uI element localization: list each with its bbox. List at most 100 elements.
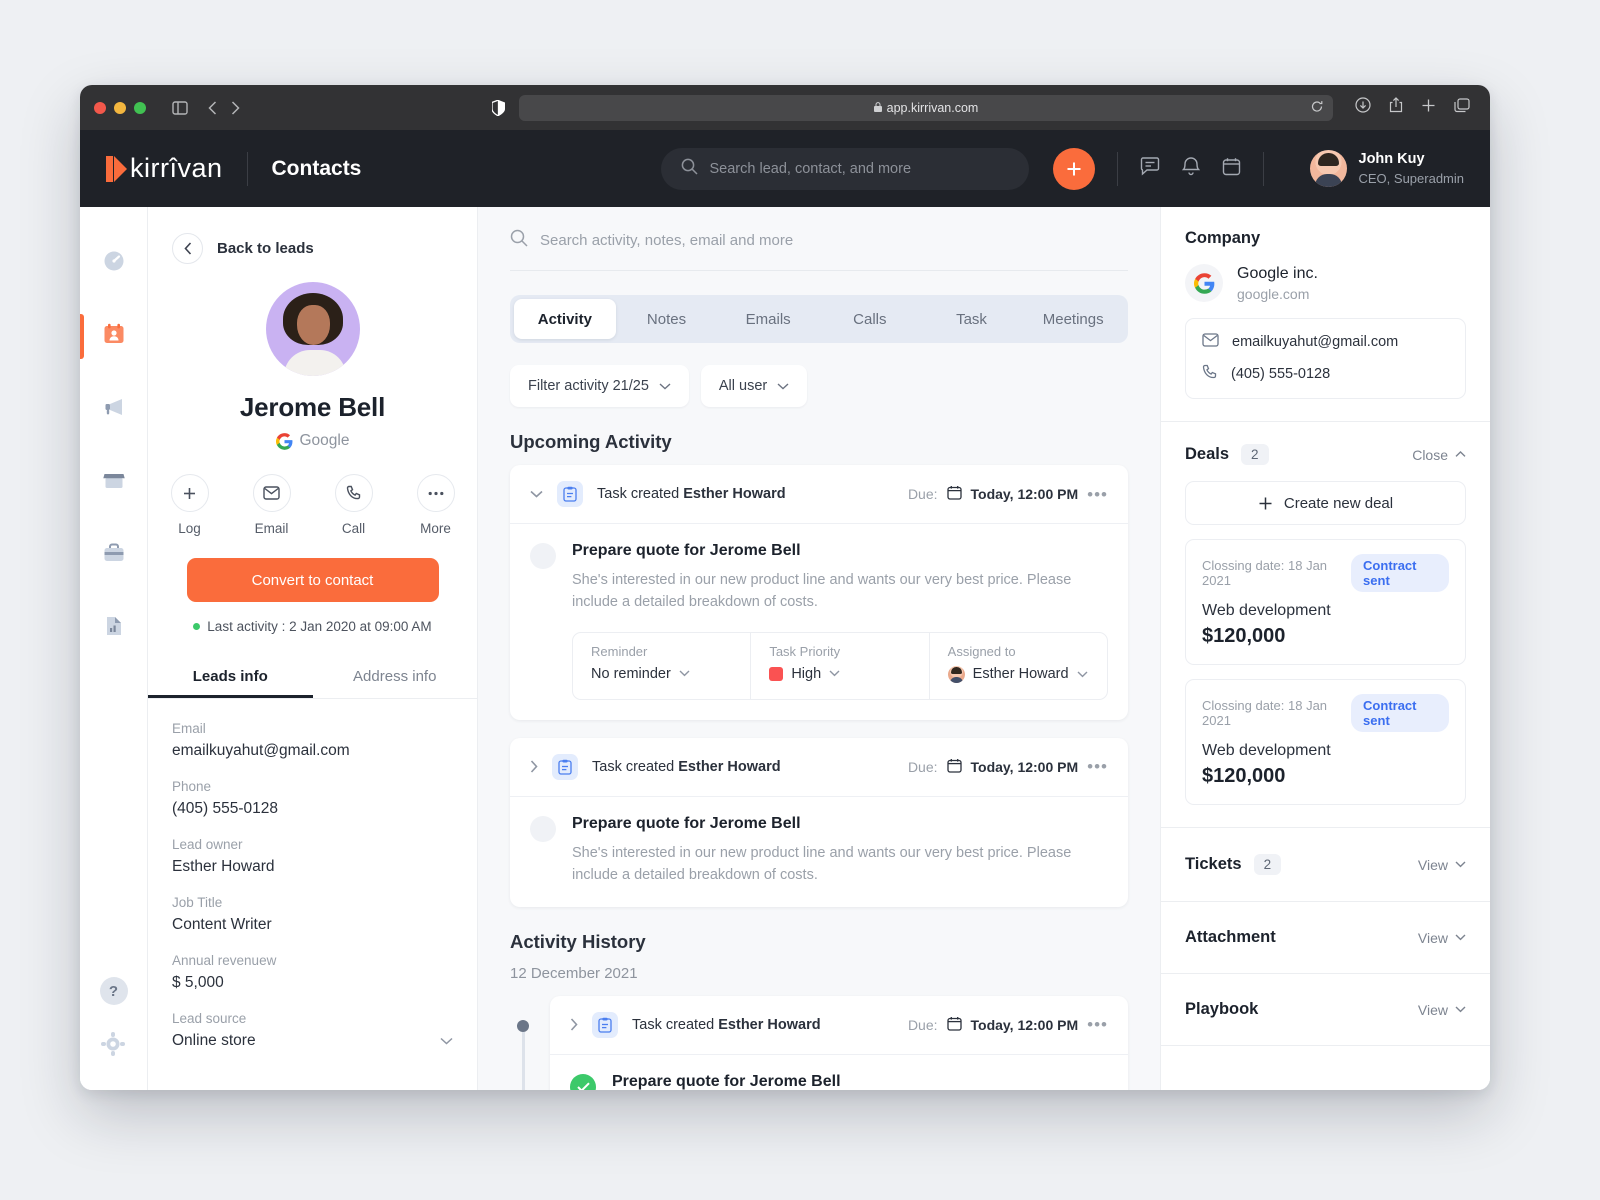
task-checkbox[interactable] [530,816,556,842]
tabs-overview-icon[interactable] [1454,98,1470,118]
field-value-annual-revenue: $ 5,000 [172,974,453,992]
call-action[interactable]: Call [324,474,384,536]
chevron-right-icon[interactable] [570,1018,578,1031]
tab-activity[interactable]: Activity [514,299,616,339]
activity-search-input[interactable] [540,232,1128,249]
envelope-icon [253,474,291,512]
chevron-right-icon[interactable] [530,760,538,773]
activity-search[interactable] [510,229,1128,271]
sidebar-item-deals[interactable] [80,519,148,592]
filter-activity-dropdown[interactable]: Filter activity 21/25 [510,365,689,407]
browser-chrome: app.kirrivan.com [80,85,1490,130]
share-icon[interactable] [1389,97,1403,118]
task-checkbox-completed[interactable] [570,1074,596,1090]
deal-card[interactable]: Clossing date: 18 Jan 2021 Contract sent… [1185,679,1466,805]
chevron-down-icon [440,1032,453,1050]
field-lead-source-select[interactable]: Online store [172,1032,453,1050]
reminder-select[interactable]: No reminder [591,666,732,682]
tab-emails[interactable]: Emails [717,299,819,339]
global-search-input[interactable] [710,161,1009,177]
history-date: 12 December 2021 [510,965,1128,982]
deal-closing-date: Clossing date: 18 Jan 2021 [1202,698,1341,728]
help-icon[interactable]: ? [100,977,128,1005]
create-new-deal-button[interactable]: Create new deal [1185,481,1466,525]
activity-header-user: Esther Howard [683,486,785,502]
close-window-button[interactable] [94,102,106,114]
deal-name: Web development [1202,602,1449,620]
chevron-down-icon[interactable] [530,490,543,498]
field-label-lead-owner: Lead owner [172,837,453,852]
url-bar[interactable]: app.kirrivan.com [519,95,1333,121]
activity-tabs: Activity Notes Emails Calls Task Meeting… [510,295,1128,343]
app-logo[interactable]: kirrîvan [106,153,223,184]
lead-fields: Email emailkuyahut@gmail.com Phone (405)… [148,699,477,1050]
task-icon [557,481,583,507]
tab-address-info[interactable]: Address info [313,656,478,698]
due-label: Due: [908,1017,938,1033]
assigned-select[interactable]: Esther Howard [948,666,1089,683]
back-arrow-icon[interactable] [172,233,203,264]
global-search[interactable] [661,148,1029,190]
activity-filters: Filter activity 21/25 All user [510,365,1128,407]
convert-to-contact-button[interactable]: Convert to contact [187,558,439,602]
activity-header-text: Task created Esther Howard [632,1017,821,1033]
tab-meetings[interactable]: Meetings [1022,299,1124,339]
download-icon[interactable] [1355,97,1371,118]
quick-add-button[interactable] [1053,148,1095,190]
activity-card-expanded: Task created Esther Howard Due: Today, 1… [510,465,1128,720]
reload-icon[interactable] [1311,100,1323,115]
priority-label: Task Priority [769,644,910,659]
playbook-view-toggle[interactable]: View [1418,1002,1466,1018]
maximize-window-button[interactable] [134,102,146,114]
forward-arrow-icon[interactable] [231,101,240,115]
company-email-row[interactable]: emailkuyahut@gmail.com [1202,333,1449,351]
browser-window: app.kirrivan.com kirrîvan [80,85,1490,1090]
deals-close-toggle[interactable]: Close [1412,447,1466,463]
back-arrow-icon[interactable] [208,101,217,115]
sidebar-item-store[interactable] [80,446,148,519]
tab-task[interactable]: Task [921,299,1023,339]
more-action[interactable]: More [406,474,466,536]
minimize-window-button[interactable] [114,102,126,114]
tab-leads-info[interactable]: Leads info [148,656,313,698]
priority-value: High [791,666,821,682]
tickets-view-toggle[interactable]: View [1418,857,1466,873]
tab-notes[interactable]: Notes [616,299,718,339]
sidebar-item-dashboard[interactable] [80,227,148,300]
new-tab-icon[interactable] [1421,98,1436,118]
company-row[interactable]: Google inc. google.com [1185,264,1466,302]
sidebar-toggle-icon[interactable] [172,101,188,115]
priority-color-swatch [769,667,783,681]
calendar-icon[interactable] [1222,157,1241,181]
attachment-view-toggle[interactable]: View [1418,930,1466,946]
lead-company-name: Google [300,432,350,450]
chat-icon[interactable] [1140,157,1160,181]
more-options-icon[interactable]: ••• [1087,1016,1108,1033]
tab-calls[interactable]: Calls [819,299,921,339]
deal-card[interactable]: Clossing date: 18 Jan 2021 Contract sent… [1185,539,1466,665]
back-to-leads[interactable]: Back to leads [148,207,477,264]
user-menu[interactable]: John Kuy CEO, Superadmin [1310,150,1465,187]
speedometer-icon [102,249,126,278]
field-label-lead-source: Lead source [172,1011,453,1026]
sidebar-item-reports[interactable] [80,592,148,665]
more-options-icon[interactable]: ••• [1087,758,1108,775]
gear-icon[interactable] [100,1031,128,1062]
timeline-line [522,1032,525,1090]
bell-icon[interactable] [1182,156,1200,181]
all-user-dropdown[interactable]: All user [701,365,807,407]
email-action[interactable]: Email [242,474,302,536]
priority-select[interactable]: High [769,666,910,682]
company-email: emailkuyahut@gmail.com [1232,334,1398,350]
task-checkbox[interactable] [530,543,556,569]
company-phone-row[interactable]: (405) 555-0128 [1202,364,1449,384]
tickets-count-badge: 2 [1254,854,1282,875]
sidebar-item-contacts[interactable] [80,300,148,373]
window-controls[interactable] [94,102,146,114]
more-options-icon[interactable]: ••• [1087,486,1108,503]
log-action[interactable]: Log [160,474,220,536]
user-role: CEO, Superadmin [1359,170,1465,188]
lead-info-tabs: Leads info Address info [148,656,477,699]
sidebar-item-campaigns[interactable] [80,373,148,446]
shield-icon[interactable] [492,100,505,116]
